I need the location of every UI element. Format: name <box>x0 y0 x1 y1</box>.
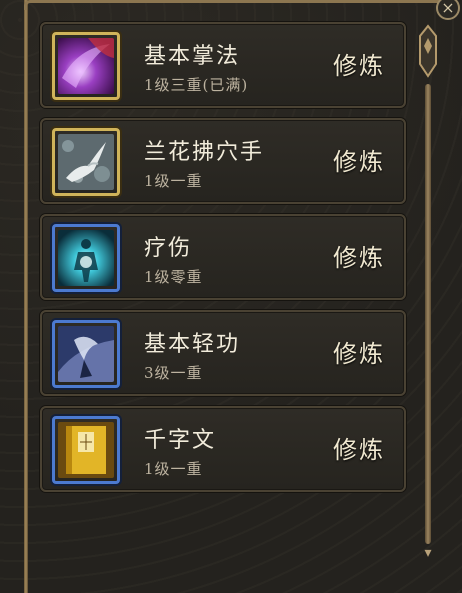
purple-palm-icon <box>58 38 114 94</box>
skill-name: 千字文 <box>144 428 217 453</box>
skill-level: 1级一重 <box>144 460 203 478</box>
skill-level: 1级零重 <box>144 268 203 286</box>
skill-row-thousand-char: 千字文 1级一重 修炼 <box>40 406 406 492</box>
skill-name: 基本掌法 <box>144 44 241 69</box>
skill-panel: × 基本掌法 1级三重(已满) 修炼 兰花拂穴手 1级一重 修炼 疗伤 1级零重… <box>0 0 462 593</box>
yellow-book-icon <box>58 422 114 478</box>
scroll-track[interactable] <box>425 84 431 544</box>
scroll-thumb[interactable] <box>418 24 438 80</box>
skill-name: 基本轻功 <box>144 332 241 357</box>
scrollbar[interactable]: ▾ <box>418 24 438 564</box>
train-button[interactable]: 修炼 <box>324 336 394 372</box>
skill-icon-frame[interactable] <box>52 320 120 388</box>
close-button[interactable]: × <box>436 0 460 20</box>
skill-row-light-step: 基本轻功 3级一重 修炼 <box>40 310 406 396</box>
light-step-icon <box>58 326 114 382</box>
skill-icon-frame[interactable] <box>52 416 120 484</box>
skill-level: 1级三重(已满) <box>144 76 249 94</box>
skill-row-orchid-hand: 兰花拂穴手 1级一重 修炼 <box>40 118 406 204</box>
skill-level: 1级一重 <box>144 172 203 190</box>
orchid-hand-icon <box>58 134 114 190</box>
skill-level: 3级一重 <box>144 364 203 382</box>
train-button[interactable]: 修炼 <box>324 432 394 468</box>
skill-icon-frame[interactable] <box>52 32 120 100</box>
skill-row-basic-palm: 基本掌法 1级三重(已满) 修炼 <box>40 22 406 108</box>
train-button[interactable]: 修炼 <box>324 48 394 84</box>
train-button[interactable]: 修炼 <box>324 144 394 180</box>
panel-frame-top <box>24 0 444 10</box>
skill-icon-frame[interactable] <box>52 128 120 196</box>
skill-row-healing: 疗伤 1级零重 修炼 <box>40 214 406 300</box>
chevron-down-icon[interactable]: ▾ <box>420 546 436 560</box>
panel-frame-left <box>24 0 28 593</box>
healing-figure-icon <box>58 230 114 286</box>
skill-name: 疗伤 <box>144 236 193 261</box>
skill-icon-frame[interactable] <box>52 224 120 292</box>
train-button[interactable]: 修炼 <box>324 240 394 276</box>
skill-name: 兰花拂穴手 <box>144 140 265 165</box>
